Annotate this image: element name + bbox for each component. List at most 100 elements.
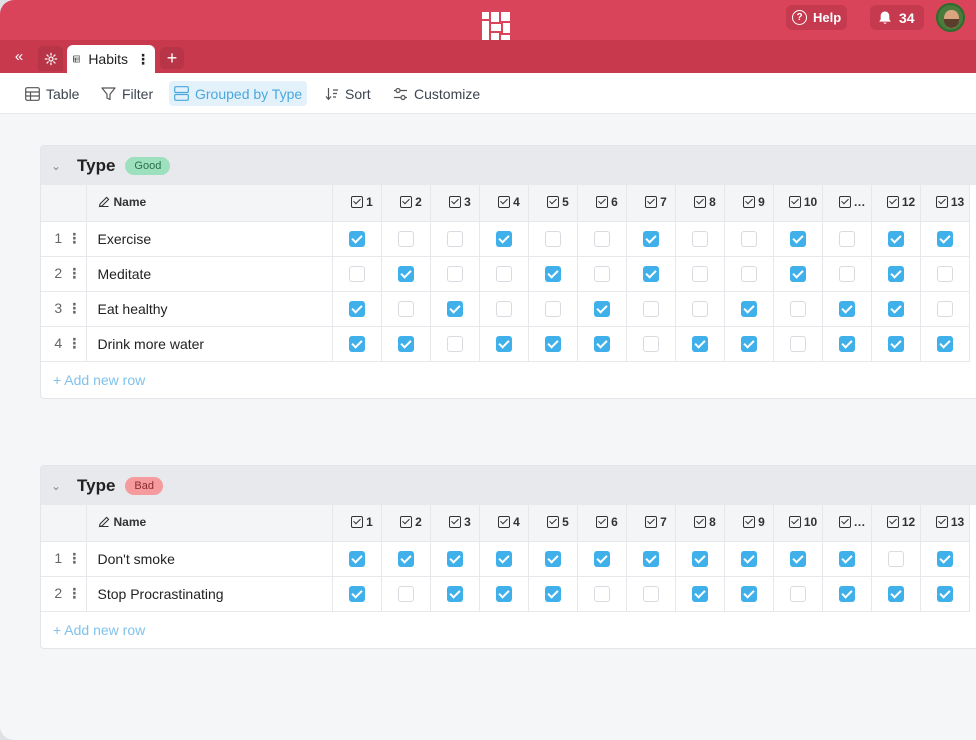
table-row[interactable]: 3 ⋮ Eat healthy xyxy=(41,291,970,327)
column-header-day[interactable]: 12 xyxy=(871,185,921,222)
add-tab-button[interactable]: + xyxy=(160,47,184,69)
checkbox-checked[interactable] xyxy=(936,586,953,603)
checkbox-unchecked[interactable] xyxy=(642,301,659,318)
column-header-day[interactable]: 12 xyxy=(871,505,921,542)
checkbox-unchecked[interactable] xyxy=(544,301,561,318)
checkbox-checked[interactable] xyxy=(887,301,904,318)
checkbox-unchecked[interactable] xyxy=(397,231,414,248)
checkbox-checked[interactable] xyxy=(642,266,659,283)
checkbox-unchecked[interactable] xyxy=(397,586,414,603)
app-logo-icon[interactable] xyxy=(482,12,510,40)
notifications-button[interactable]: 34 xyxy=(870,5,924,30)
checkbox-checked[interactable] xyxy=(838,301,855,318)
checkbox-checked[interactable] xyxy=(593,551,610,568)
checkbox-unchecked[interactable] xyxy=(348,266,365,283)
sort-button[interactable]: Sort xyxy=(320,81,376,106)
checkbox-checked[interactable] xyxy=(887,231,904,248)
checkbox-unchecked[interactable] xyxy=(789,301,806,318)
checkbox-checked[interactable] xyxy=(397,551,414,568)
checkbox-unchecked[interactable] xyxy=(446,336,463,353)
checkbox-checked[interactable] xyxy=(887,336,904,353)
checkbox-checked[interactable] xyxy=(348,301,365,318)
checkbox-unchecked[interactable] xyxy=(642,336,659,353)
column-header-day[interactable]: 5 xyxy=(528,185,578,222)
column-header-day[interactable]: 9 xyxy=(724,505,774,542)
checkbox-checked[interactable] xyxy=(544,336,561,353)
column-header-day[interactable]: 2 xyxy=(381,505,431,542)
checkbox-checked[interactable] xyxy=(446,301,463,318)
add-row-button[interactable]: + Add new row xyxy=(41,362,976,398)
checkbox-checked[interactable] xyxy=(691,586,708,603)
checkbox-checked[interactable] xyxy=(691,551,708,568)
column-header-name[interactable]: Name xyxy=(86,505,333,542)
column-header-day[interactable]: 5 xyxy=(528,505,578,542)
column-header-day[interactable]: 1 xyxy=(332,505,382,542)
table-row[interactable]: 4 ⋮ Drink more water xyxy=(41,326,970,362)
group-by-button[interactable]: Grouped by Type xyxy=(169,81,308,106)
checkbox-checked[interactable] xyxy=(348,551,365,568)
view-type-button[interactable]: Table xyxy=(20,81,84,106)
table-row[interactable]: 2 ⋮ Stop Procrastinating xyxy=(41,576,970,612)
column-header-day[interactable]: 4 xyxy=(479,505,529,542)
table-row[interactable]: 1 ⋮ Exercise xyxy=(41,221,970,257)
checkbox-checked[interactable] xyxy=(348,336,365,353)
settings-button[interactable] xyxy=(38,46,63,71)
checkbox-unchecked[interactable] xyxy=(789,336,806,353)
column-header-day[interactable]: 6 xyxy=(577,185,627,222)
checkbox-unchecked[interactable] xyxy=(544,231,561,248)
table-row[interactable]: 1 ⋮ Don't smoke xyxy=(41,541,970,577)
checkbox-checked[interactable] xyxy=(642,231,659,248)
help-button[interactable]: ? Help xyxy=(786,5,847,30)
row-menu-icon[interactable]: ⋮ xyxy=(67,300,81,317)
column-header-day[interactable]: … xyxy=(822,505,872,542)
add-row-button[interactable]: + Add new row xyxy=(41,612,976,648)
checkbox-unchecked[interactable] xyxy=(593,266,610,283)
column-header-day[interactable]: 13 xyxy=(920,185,970,222)
checkbox-checked[interactable] xyxy=(838,336,855,353)
row-menu-icon[interactable]: ⋮ xyxy=(67,585,81,602)
checkbox-checked[interactable] xyxy=(789,231,806,248)
checkbox-checked[interactable] xyxy=(789,551,806,568)
checkbox-checked[interactable] xyxy=(544,586,561,603)
double-chevron-left-icon[interactable]: « xyxy=(10,47,28,65)
tab-habits[interactable]: Habits ⋮ xyxy=(67,45,155,73)
checkbox-checked[interactable] xyxy=(936,231,953,248)
column-header-day[interactable]: 3 xyxy=(430,185,480,222)
column-header-day[interactable]: 9 xyxy=(724,185,774,222)
checkbox-checked[interactable] xyxy=(495,231,512,248)
column-header-day[interactable]: 10 xyxy=(773,185,823,222)
checkbox-checked[interactable] xyxy=(593,336,610,353)
column-header-day[interactable]: 3 xyxy=(430,505,480,542)
checkbox-checked[interactable] xyxy=(348,231,365,248)
customize-button[interactable]: Customize xyxy=(388,81,485,106)
chevron-down-icon[interactable]: ⌄ xyxy=(51,479,67,493)
checkbox-checked[interactable] xyxy=(838,551,855,568)
habit-name-cell[interactable]: Eat healthy xyxy=(86,291,333,327)
user-avatar[interactable] xyxy=(936,3,965,32)
column-header-day[interactable]: 7 xyxy=(626,505,676,542)
column-header-day[interactable]: 8 xyxy=(675,505,725,542)
column-header-day[interactable]: 8 xyxy=(675,185,725,222)
row-menu-icon[interactable]: ⋮ xyxy=(67,550,81,567)
checkbox-checked[interactable] xyxy=(544,551,561,568)
checkbox-unchecked[interactable] xyxy=(887,551,904,568)
habit-name-cell[interactable]: Drink more water xyxy=(86,326,333,362)
habit-name-cell[interactable]: Stop Procrastinating xyxy=(86,576,333,612)
habit-name-cell[interactable]: Meditate xyxy=(86,256,333,292)
checkbox-checked[interactable] xyxy=(936,336,953,353)
column-header-day[interactable]: 1 xyxy=(332,185,382,222)
checkbox-checked[interactable] xyxy=(397,266,414,283)
column-header-name[interactable]: Name xyxy=(86,185,333,222)
checkbox-checked[interactable] xyxy=(446,586,463,603)
checkbox-unchecked[interactable] xyxy=(740,266,757,283)
column-header-day[interactable]: 6 xyxy=(577,505,627,542)
checkbox-unchecked[interactable] xyxy=(789,586,806,603)
checkbox-checked[interactable] xyxy=(838,586,855,603)
checkbox-checked[interactable] xyxy=(691,336,708,353)
checkbox-unchecked[interactable] xyxy=(642,586,659,603)
checkbox-unchecked[interactable] xyxy=(838,231,855,248)
checkbox-unchecked[interactable] xyxy=(936,266,953,283)
checkbox-checked[interactable] xyxy=(348,586,365,603)
checkbox-checked[interactable] xyxy=(740,301,757,318)
checkbox-checked[interactable] xyxy=(740,586,757,603)
